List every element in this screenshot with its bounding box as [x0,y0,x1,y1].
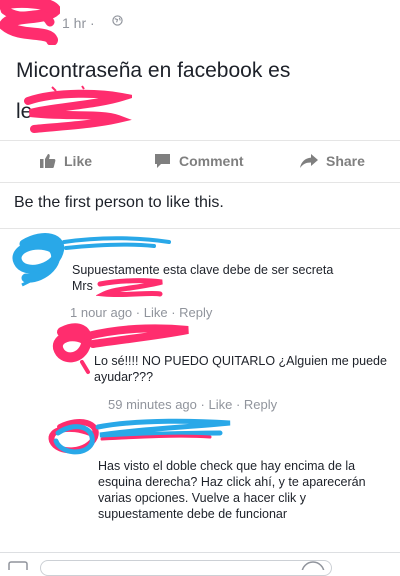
reply-1-text: Lo sé!!!! NO PUEDO QUITARLO ¿Alguien me … [94,354,387,384]
reply-2-text: Has visto el doble check que hay encima … [98,459,366,521]
comment-input[interactable] [40,560,332,576]
redacted-password-scribble [24,85,132,133]
post-header: 1 hr · [0,0,400,45]
globe-icon [112,15,123,26]
redacted-name-scribble [96,278,163,298]
share-button[interactable]: Share [300,150,365,172]
likes-summary: Be the first person to like this. [14,194,224,211]
like-button-label: Like [64,153,93,169]
share-button-label: Share [326,153,365,169]
like-button[interactable]: Like [40,150,92,172]
comment-button[interactable]: Comment [154,150,244,172]
comment-button-label: Comment [179,153,244,169]
share-arrow-icon [300,154,318,168]
divider [0,182,400,183]
reply-1-reply-link[interactable]: Reply [244,397,277,412]
post-text: Micontraseña en facebook es [16,59,291,82]
reply-1-like-link[interactable]: Like [208,397,232,412]
reply-1-time: 59 minutes ago [108,397,197,412]
divider [0,140,400,141]
reply-1-meta: 59 minutes ago · Like · Reply [108,397,278,412]
divider [0,228,400,229]
redacted-avatar-scribble [0,0,60,45]
comment-icon [155,154,170,168]
post-timestamp[interactable]: 1 hr · [62,15,95,31]
thumbs-up-icon [40,154,56,168]
comment-1-text-line2: Mrs [72,279,93,293]
